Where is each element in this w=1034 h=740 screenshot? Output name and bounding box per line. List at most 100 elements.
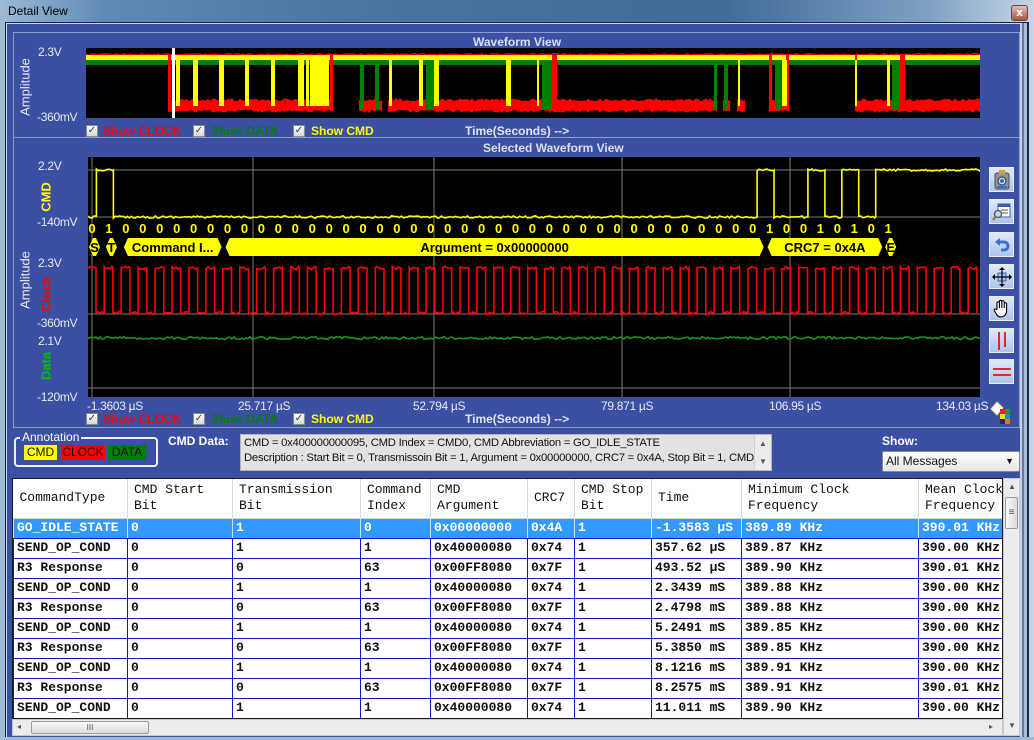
snapshot-button[interactable] [989, 167, 1014, 192]
pan-zoom-button[interactable] [989, 264, 1014, 289]
table-cell: 1 [574, 517, 652, 539]
table-row[interactable]: SEND_OP_COND 0 1 1 0x40000080 0x74 1 11.011 mS 3… [13, 697, 1002, 718]
table-row[interactable]: R3 Response 0 0 63 0x00FF8080 0x7F 1 8.2575 mS 3… [13, 677, 1002, 699]
overview-show-clock-label[interactable]: Show CLOCK [103, 124, 181, 138]
table-cell: R3 Response [13, 637, 128, 659]
scroll-left-icon[interactable]: ◂ [17, 722, 21, 731]
scroll-up-icon[interactable]: ▲ [1008, 482, 1016, 491]
selected-show-clock-label[interactable]: Show CLOCK [103, 412, 181, 426]
bit-label: 0 [88, 221, 95, 236]
horizontal-cursors-button[interactable] [989, 359, 1014, 384]
scroll-right-icon[interactable]: ▸ [989, 722, 993, 731]
decode-field-label: Argument = 0x00000000 [420, 240, 569, 255]
bit-label: 0 [410, 221, 417, 236]
table-cell: 1 [574, 697, 652, 718]
undo-button[interactable] [989, 232, 1014, 257]
bit-label: 1 [851, 221, 858, 236]
show-filter-dropdown[interactable]: All Messages ▼ [882, 451, 1020, 472]
column-header[interactable]: CMD Start Bit [127, 479, 233, 519]
table-cell: R3 Response [13, 597, 128, 619]
table-cell: 1 [232, 697, 361, 718]
hand-tool-button[interactable] [989, 296, 1014, 321]
table-row[interactable]: SEND_OP_COND 0 1 1 0x40000080 0x74 1 357.62 µS 3… [13, 537, 1002, 559]
overview-show-data-checkbox[interactable]: ✓ [193, 125, 205, 137]
vertical-cursors-button[interactable] [989, 328, 1014, 353]
table-cell: 1 [360, 537, 431, 559]
selected-show-clock-checkbox[interactable]: ✓ [86, 413, 98, 425]
column-header[interactable]: Minimum Clock Frequency [741, 479, 919, 519]
overview-cmd-pulse [506, 60, 511, 106]
table-cell: 8.1216 mS [651, 657, 742, 679]
table-row[interactable]: R3 Response 0 0 63 0x00FF8080 0x7F 1 2.4798 mS 3… [13, 597, 1002, 619]
cmd-data-scrollbar[interactable]: ▲ ▼ [754, 435, 771, 470]
column-header[interactable]: CMD Stop Bit [574, 479, 652, 519]
horizontal-scroll-thumb[interactable]: III [31, 721, 149, 734]
overview-clock-high [86, 52, 980, 57]
find-button[interactable] [989, 199, 1014, 224]
overview-waveform-plot[interactable] [86, 48, 980, 118]
bit-label: 0 [326, 221, 333, 236]
legend-data: DATA [108, 445, 146, 460]
overview-show-data-label[interactable]: Show DATA [211, 124, 278, 138]
color-palette-button[interactable] [988, 397, 1016, 425]
overview-show-cmd-checkbox[interactable]: ✓ [293, 125, 305, 137]
vertical-scroll-thumb[interactable]: ≡ [1005, 497, 1018, 529]
column-header[interactable]: Time [651, 479, 742, 519]
overview-cmd-pulse [298, 60, 304, 106]
bit-label: 0 [241, 221, 248, 236]
decode-field-label: T [107, 240, 115, 255]
table-row[interactable]: SEND_OP_COND 0 1 1 0x40000080 0x74 1 2.3439 mS 3… [13, 577, 1002, 599]
column-header[interactable]: CMD Argument [430, 479, 528, 519]
scroll-down-icon[interactable]: ▼ [759, 457, 767, 466]
table-cell: 0 [127, 577, 233, 599]
column-header[interactable]: CommandType [13, 479, 128, 519]
bit-label: 0 [715, 221, 722, 236]
selected-show-cmd-checkbox[interactable]: ✓ [293, 413, 305, 425]
selected-waveform-plot[interactable]: 0100000000000000000000000000000000000000… [88, 157, 980, 397]
legend-cmd: CMD [24, 445, 57, 460]
table-row[interactable]: SEND_OP_COND 0 1 1 0x40000080 0x74 1 8.1216 mS 3… [13, 657, 1002, 679]
close-button[interactable]: x [1011, 5, 1028, 21]
overview-clock-pulse [769, 55, 772, 111]
column-header[interactable]: Command Index [360, 479, 431, 519]
table-row[interactable]: R3 Response 0 0 63 0x00FF8080 0x7F 1 493.52 µS 3… [13, 557, 1002, 579]
message-table-container: CommandType CMD Start Bit Transmission Bit… [12, 478, 1003, 719]
vertical-scrollbar[interactable]: ▲ ≡ ▼ [1003, 478, 1020, 736]
bit-label: 0 [749, 221, 756, 236]
window-title: Detail View [8, 4, 68, 18]
bit-label: 0 [258, 221, 265, 236]
table-row[interactable]: GO_IDLE_STATE 0 1 0 0x00000000 0x4A 1 -1.3583 µ… [13, 517, 1002, 539]
overview-data-pulse [724, 62, 728, 110]
table-cell: 1 [574, 637, 652, 659]
decode-field-label: Command I... [132, 240, 214, 255]
bit-label: 0 [207, 221, 214, 236]
scroll-down-icon[interactable]: ▼ [1008, 721, 1016, 730]
selected-show-cmd-label[interactable]: Show CMD [311, 412, 374, 426]
table-row[interactable]: SEND_OP_COND 0 1 1 0x40000080 0x74 1 5.2491 mS 3… [13, 617, 1002, 639]
table-cell: 389.88 KHz [741, 597, 919, 619]
cmd-data-textbox[interactable]: CMD = 0x400000000095, CMD Index = CMD0, … [240, 434, 772, 471]
table-cell: 0 [127, 597, 233, 619]
overview-show-cmd-label[interactable]: Show CMD [311, 124, 374, 138]
x-tick-label: 79.871 µS [601, 399, 654, 413]
overview-selection-cursor[interactable] [172, 48, 175, 118]
overview-show-clock-checkbox[interactable]: ✓ [86, 125, 98, 137]
decode-field-label: E [886, 240, 895, 255]
table-row[interactable]: R3 Response 0 0 63 0x00FF8080 0x7F 1 5.3850 mS 3… [13, 637, 1002, 659]
bit-label: 0 [444, 221, 451, 236]
bit-label: 0 [630, 221, 637, 236]
horizontal-scrollbar[interactable]: ◂ III ▸ [12, 719, 1003, 736]
column-header[interactable]: CRC7 [527, 479, 575, 519]
table-cell: 1 [232, 517, 361, 539]
selected-show-data-checkbox[interactable]: ✓ [193, 413, 205, 425]
table-cell: 0 [127, 657, 233, 679]
column-header[interactable]: Transmission Bit [232, 479, 361, 519]
overview-y-min: -360mV [37, 110, 78, 124]
selected-show-data-label[interactable]: Show DATA [211, 412, 278, 426]
cmd-channel-label: CMD [38, 182, 54, 212]
table-cell: 1 [232, 617, 361, 639]
column-header[interactable]: Mean Clock Frequency [918, 479, 1002, 519]
bit-label: 0 [563, 221, 570, 236]
scroll-up-icon[interactable]: ▲ [759, 439, 767, 448]
overview-data-pulse [542, 62, 552, 110]
